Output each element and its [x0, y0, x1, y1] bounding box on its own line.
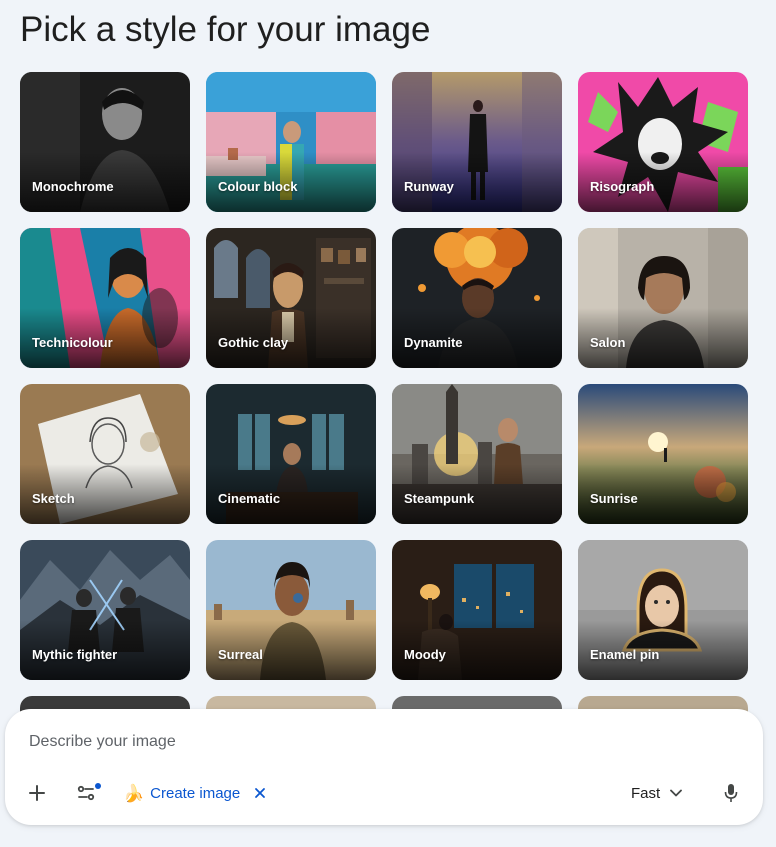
- style-label: Cinematic: [218, 491, 281, 506]
- image-style-picker-page: Pick a style for your image Monochrome C…: [0, 0, 776, 847]
- style-card-sketch[interactable]: Sketch: [20, 384, 190, 524]
- plus-icon: [29, 785, 45, 801]
- style-card-dynamite[interactable]: Dynamite: [392, 228, 562, 368]
- close-icon: [255, 788, 265, 798]
- mode-selector[interactable]: Fast: [631, 779, 683, 807]
- tools-button[interactable]: [73, 779, 105, 807]
- style-label: Dynamite: [404, 335, 463, 350]
- chevron-down-icon: [670, 789, 683, 797]
- style-card-steampunk[interactable]: Steampunk: [392, 384, 562, 524]
- create-image-chip[interactable]: 🍌 Create image: [123, 779, 240, 807]
- style-card-technicolour[interactable]: Technicolour: [20, 228, 190, 368]
- style-label: Gothic clay: [218, 335, 289, 350]
- style-card-salon[interactable]: Salon: [578, 228, 748, 368]
- style-label: Enamel pin: [590, 647, 660, 662]
- style-card-mythic-fighter[interactable]: Mythic fighter: [20, 540, 190, 680]
- microphone-icon: [724, 784, 738, 802]
- style-card-sunrise[interactable]: Sunrise: [578, 384, 748, 524]
- style-card-enamel-pin[interactable]: Enamel pin: [578, 540, 748, 680]
- style-label: Runway: [404, 179, 454, 194]
- style-grid: Monochrome Colour block Runway Risograph…: [20, 72, 748, 680]
- style-label: Risograph: [590, 179, 655, 194]
- remove-tool-button[interactable]: [251, 779, 269, 807]
- style-card-surreal[interactable]: Surreal: [206, 540, 376, 680]
- microphone-button[interactable]: [719, 779, 743, 807]
- style-label: Sunrise: [590, 491, 638, 506]
- style-card-gothic-clay[interactable]: Gothic clay: [206, 228, 376, 368]
- style-card-monochrome[interactable]: Monochrome: [20, 72, 190, 212]
- prompt-input[interactable]: [29, 733, 629, 751]
- style-card-runway[interactable]: Runway: [392, 72, 562, 212]
- style-label: Technicolour: [32, 335, 113, 350]
- banana-icon: 🍌: [123, 783, 145, 803]
- prompt-composer: 🍌 Create image Fast: [5, 709, 763, 825]
- style-label: Moody: [404, 647, 446, 662]
- page-title: Pick a style for your image: [20, 10, 431, 49]
- style-label: Steampunk: [404, 491, 475, 506]
- style-label: Monochrome: [32, 179, 114, 194]
- style-label: Colour block: [218, 179, 298, 194]
- tune-icon: [77, 783, 101, 801]
- style-card-cinematic[interactable]: Cinematic: [206, 384, 376, 524]
- style-label: Sketch: [32, 491, 75, 506]
- style-label: Salon: [590, 335, 626, 350]
- style-card-moody[interactable]: Moody: [392, 540, 562, 680]
- style-card-risograph[interactable]: Risograph: [578, 72, 748, 212]
- style-label: Surreal: [218, 647, 263, 662]
- create-image-label: Create image: [150, 784, 241, 802]
- style-label: Mythic fighter: [32, 647, 118, 662]
- style-card-colour-block[interactable]: Colour block: [206, 72, 376, 212]
- add-button[interactable]: [23, 779, 51, 807]
- mode-label: Fast: [631, 784, 661, 802]
